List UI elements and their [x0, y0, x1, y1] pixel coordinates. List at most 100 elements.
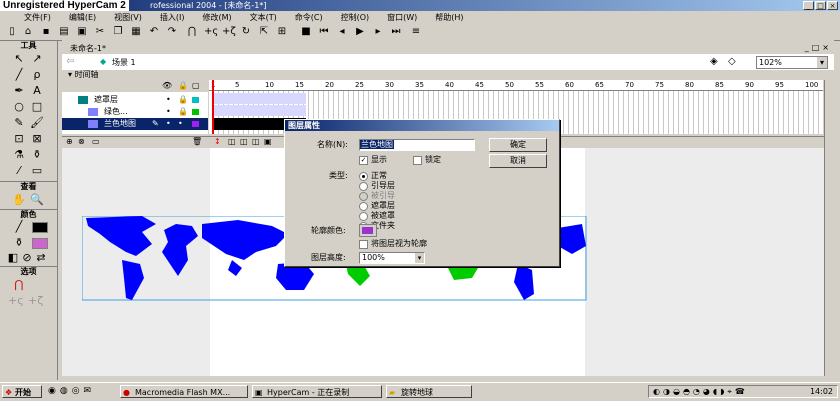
- visibility-dot[interactable]: •: [166, 118, 171, 130]
- menu-view[interactable]: 视图(V): [105, 11, 151, 24]
- new-file-icon[interactable]: ▯: [6, 26, 18, 38]
- copy-icon[interactable]: ❐: [112, 26, 124, 38]
- text-tool-icon[interactable]: A: [30, 84, 44, 98]
- no-color-icon[interactable]: ⊘: [20, 251, 34, 265]
- menu-commands[interactable]: 命令(C): [286, 11, 332, 24]
- paint-bucket-tool-icon[interactable]: ⚱: [30, 148, 44, 162]
- step-forward-icon[interactable]: ▸: [372, 26, 384, 38]
- rewind-icon[interactable]: ⏮: [318, 26, 330, 38]
- outline-icon[interactable]: ▢: [192, 80, 200, 92]
- save-icon[interactable]: ▪: [40, 26, 52, 38]
- go-end-icon[interactable]: ⏭: [390, 26, 402, 38]
- menu-insert[interactable]: 插入(I): [151, 11, 194, 24]
- chevron-down-icon[interactable]: ▾: [415, 253, 424, 263]
- collapse-triangle-icon[interactable]: ▾: [62, 70, 72, 79]
- edit-scene-icon[interactable]: ◈: [710, 56, 718, 67]
- eye-icon[interactable]: 👁: [162, 80, 172, 92]
- rotate-icon[interactable]: ↻: [240, 26, 252, 38]
- layer-height-select[interactable]: 100% ▾: [359, 252, 425, 264]
- subselect-tool-icon[interactable]: ↗: [30, 52, 44, 66]
- close-button[interactable]: ×: [827, 1, 838, 10]
- outline-view-checkbox[interactable]: [359, 240, 368, 249]
- type-normal-radio[interactable]: [359, 172, 368, 181]
- smooth-icon[interactable]: +ς: [204, 26, 218, 38]
- minimize-button[interactable]: _: [803, 1, 814, 10]
- eyedropper-tool-icon[interactable]: ⁄: [12, 164, 26, 178]
- open-folder-icon[interactable]: ⌂: [22, 26, 34, 38]
- fill-transform-tool-icon[interactable]: ⊠: [30, 132, 44, 146]
- print-preview-icon[interactable]: ▣: [76, 26, 88, 38]
- step-back-icon[interactable]: ◂: [336, 26, 348, 38]
- maximize-button[interactable]: □: [815, 1, 826, 10]
- doc-window-controls[interactable]: _□×: [805, 43, 832, 52]
- taskbar-task-hypercam[interactable]: ▣ HyperCam - 正在录制: [252, 385, 382, 398]
- snap-magnet-option-icon[interactable]: ⋂: [12, 278, 26, 292]
- type-masked-radio[interactable]: [359, 212, 368, 221]
- straighten-icon[interactable]: +ζ: [222, 26, 236, 38]
- chevron-down-icon[interactable]: ▾: [817, 57, 827, 68]
- menu-text[interactable]: 文本(T): [241, 11, 286, 24]
- layer-outline-swatch[interactable]: [192, 97, 199, 103]
- center-frame-icon[interactable]: ↕: [214, 137, 221, 146]
- horizontal-scrollbar[interactable]: [62, 376, 834, 380]
- menu-file[interactable]: 文件(F): [0, 11, 60, 24]
- print-icon[interactable]: ▤: [58, 26, 70, 38]
- onion-markers-icon[interactable]: ▣: [264, 137, 272, 146]
- arrow-tool-icon[interactable]: ↖: [12, 52, 26, 66]
- menu-control[interactable]: 控制(O): [332, 11, 379, 24]
- frame-ruler[interactable]: 1510152025303540455055606570758085909510…: [209, 80, 823, 91]
- layer-row-selected[interactable]: 兰色地图 ✎ • •: [62, 118, 208, 130]
- black-white-icon[interactable]: ◧: [6, 251, 20, 265]
- taskbar-task-flash[interactable]: ● Macromedia Flash MX...: [120, 385, 248, 398]
- zoom-tool-icon[interactable]: 🔍: [30, 193, 44, 207]
- edit-symbol-icon[interactable]: ◇: [728, 56, 736, 67]
- taskbar-task-folder[interactable]: ▰ 旋转地球: [386, 385, 472, 398]
- add-folder-icon[interactable]: ▭: [92, 137, 100, 146]
- start-button[interactable]: ❖ 开始: [2, 385, 42, 398]
- document-tab[interactable]: 未命名-1*: [64, 43, 112, 54]
- pen-tool-icon[interactable]: ✒: [12, 84, 26, 98]
- stroke-color-icon[interactable]: ╱: [12, 220, 26, 234]
- menu-edit[interactable]: 编辑(E): [60, 11, 105, 24]
- lock-icon[interactable]: 🔒: [178, 80, 188, 92]
- cut-icon[interactable]: ✂: [94, 26, 106, 38]
- vertical-scrollbar[interactable]: [824, 80, 835, 376]
- visibility-dot[interactable]: •: [166, 94, 171, 106]
- quick-launch[interactable]: ◉◍◎✉: [48, 386, 118, 398]
- hand-tool-icon[interactable]: ✋: [12, 193, 26, 207]
- frame-span[interactable]: [214, 105, 306, 116]
- smooth-option-icon[interactable]: +ς: [8, 294, 24, 308]
- scale-icon[interactable]: ⇱: [258, 26, 270, 38]
- cancel-button[interactable]: 取消: [489, 154, 547, 168]
- ok-button[interactable]: 确定: [489, 138, 547, 152]
- align-icon[interactable]: ⊞: [276, 26, 288, 38]
- layer-row[interactable]: 遮罩层 • 🔒: [62, 94, 208, 106]
- visibility-dot[interactable]: •: [178, 118, 183, 130]
- ink-bottle-tool-icon[interactable]: ⚗: [12, 148, 26, 162]
- free-transform-tool-icon[interactable]: ⊡: [12, 132, 26, 146]
- layer-outline-swatch[interactable]: [192, 121, 199, 127]
- lock-icon[interactable]: 🔒: [178, 106, 188, 118]
- layer-outline-swatch[interactable]: [192, 109, 199, 115]
- add-layer-icon[interactable]: ⊕: [66, 137, 73, 146]
- add-guide-layer-icon[interactable]: ⊗: [78, 137, 85, 146]
- back-arrow-icon[interactable]: ⇦: [66, 56, 74, 67]
- delete-layer-icon[interactable]: 🗑: [192, 137, 202, 146]
- lasso-tool-icon[interactable]: ρ: [30, 68, 44, 82]
- menu-modify[interactable]: 修改(M): [193, 11, 240, 24]
- frame-span[interactable]: [214, 93, 306, 104]
- stop-icon[interactable]: ■: [300, 26, 312, 38]
- line-tool-icon[interactable]: ╱: [12, 68, 26, 82]
- type-mask-radio[interactable]: [359, 202, 368, 211]
- play-icon[interactable]: ▶: [354, 26, 366, 38]
- undo-icon[interactable]: ↶: [148, 26, 160, 38]
- type-guide-radio[interactable]: [359, 182, 368, 191]
- lock-checkbox[interactable]: [413, 156, 422, 165]
- fill-color-swatch[interactable]: [32, 238, 48, 249]
- outline-color-picker[interactable]: [359, 224, 377, 237]
- menu-help[interactable]: 帮助(H): [426, 11, 472, 24]
- rectangle-tool-icon[interactable]: □: [30, 100, 44, 114]
- redo-icon[interactable]: ↷: [166, 26, 178, 38]
- layer-row[interactable]: 绿色... • 🔒: [62, 106, 208, 118]
- play-options-icon[interactable]: ≡: [410, 26, 422, 38]
